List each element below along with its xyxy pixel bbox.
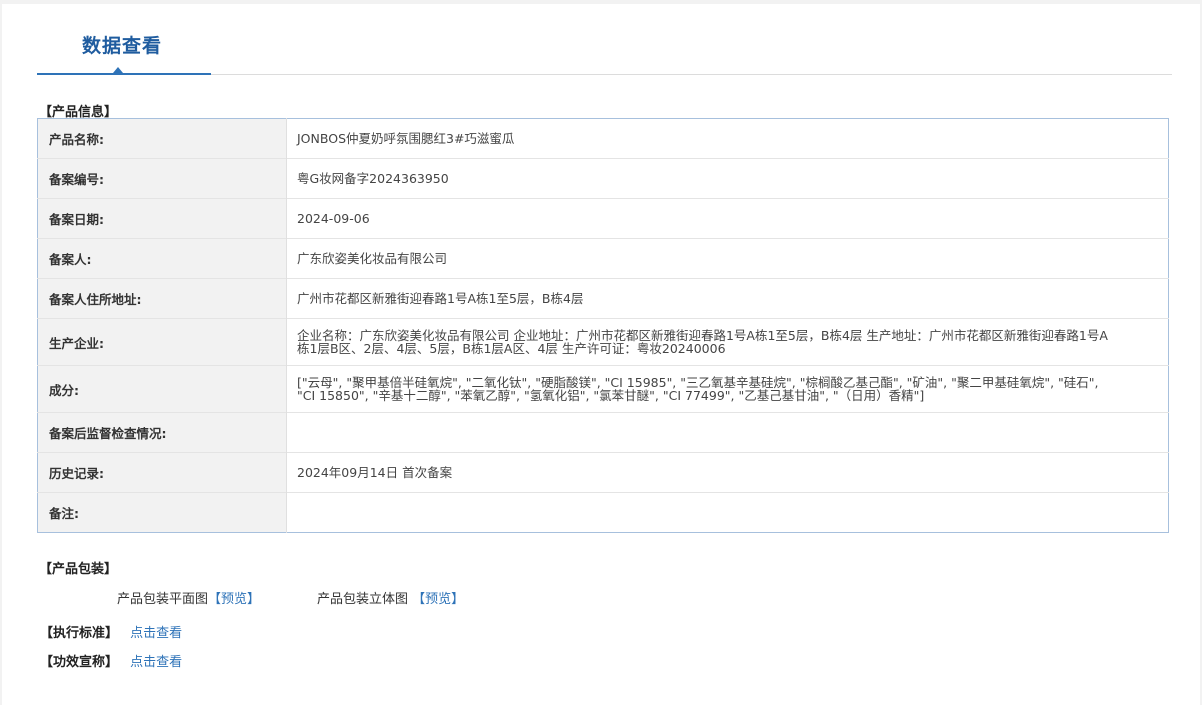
table-row: 备注:: [37, 492, 1169, 533]
packaging-solid-preview-link[interactable]: 【预览】: [412, 592, 464, 607]
row-label: 备案人:: [37, 238, 287, 279]
tab-bar: 数据查看: [37, 4, 1172, 75]
row-label: 产品名称:: [37, 118, 287, 159]
table-row: 备案日期: 2024-09-06: [37, 198, 1169, 239]
row-value: [286, 492, 1169, 533]
standard-row: 【执行标准】 点击查看: [40, 622, 182, 641]
packaging-solid-label: 产品包装立体图: [317, 592, 409, 607]
efficacy-row: 【功效宣称】 点击查看: [40, 651, 182, 670]
tab-caret-icon: [113, 67, 123, 73]
table-row: 生产企业: 企业名称：广东欣姿美化妆品有限公司 企业地址：广州市花都区新雅街迎春…: [37, 318, 1169, 366]
table-row: 备案人住所地址: 广州市花都区新雅街迎春路1号A栋1至5层，B栋4层: [37, 278, 1169, 319]
page: 数据查看 【产品信息】 产品名称: JONBOS仲夏奶呼氛围腮红3#巧滋蜜瓜 备…: [2, 4, 1200, 705]
row-value: 企业名称：广东欣姿美化妆品有限公司 企业地址：广州市花都区新雅街迎春路1号A栋1…: [286, 318, 1169, 366]
row-value: [286, 412, 1169, 453]
table-row: 产品名称: JONBOS仲夏奶呼氛围腮红3#巧滋蜜瓜: [37, 118, 1169, 159]
packaging-flat-label: 产品包装平面图: [117, 592, 209, 607]
section-title-packaging: 【产品包装】: [39, 562, 118, 577]
row-value: JONBOS仲夏奶呼氛围腮红3#巧滋蜜瓜: [297, 131, 515, 146]
row-value: 2024年09月14日 首次备案: [286, 452, 1169, 493]
section-title-standard: 【执行标准】: [40, 626, 119, 641]
tab-data-view[interactable]: 数据查看: [82, 31, 162, 58]
table-row: 备案编号: 粤G妆网备字2024363950: [37, 158, 1169, 199]
row-value: 广州市花都区新雅街迎春路1号A栋1至5层，B栋4层: [286, 278, 1169, 319]
packaging-solid: 产品包装立体图 【预览】: [317, 588, 464, 607]
packaging-flat: 产品包装平面图【预览】: [117, 588, 260, 607]
table-row: 备案后监督检查情况:: [37, 412, 1169, 453]
standard-view-link[interactable]: 点击查看: [130, 626, 182, 641]
row-label: 备注:: [37, 492, 287, 533]
table-row: 备案人: 广东欣姿美化妆品有限公司: [37, 238, 1169, 279]
row-label: 备案日期:: [37, 198, 287, 239]
row-label: 备案后监督检查情况:: [37, 412, 287, 453]
tab-underline: [37, 73, 211, 75]
row-label: 备案编号:: [37, 158, 287, 199]
row-label: 历史记录:: [37, 452, 287, 493]
row-label: 生产企业:: [37, 318, 287, 366]
row-value: 广东欣姿美化妆品有限公司: [286, 238, 1169, 279]
section-title-efficacy: 【功效宣称】: [40, 655, 119, 670]
product-info-table: 产品名称: JONBOS仲夏奶呼氛围腮红3#巧滋蜜瓜 备案编号: 粤G妆网备字2…: [37, 118, 1169, 533]
row-value: 粤G妆网备字2024363950: [286, 158, 1169, 199]
efficacy-view-link[interactable]: 点击查看: [130, 655, 182, 670]
row-value: 2024-09-06: [286, 198, 1169, 239]
row-label: 备案人住所地址:: [37, 278, 287, 319]
packaging-flat-preview-link[interactable]: 【预览】: [208, 592, 260, 607]
row-value: ["云母", "聚甲基倍半硅氧烷", "二氧化钛", "硬脂酸镁", "CI 1…: [286, 365, 1169, 413]
table-row: 历史记录: 2024年09月14日 首次备案: [37, 452, 1169, 493]
table-row: 成分: ["云母", "聚甲基倍半硅氧烷", "二氧化钛", "硬脂酸镁", "…: [37, 365, 1169, 413]
row-label: 成分:: [37, 365, 287, 413]
